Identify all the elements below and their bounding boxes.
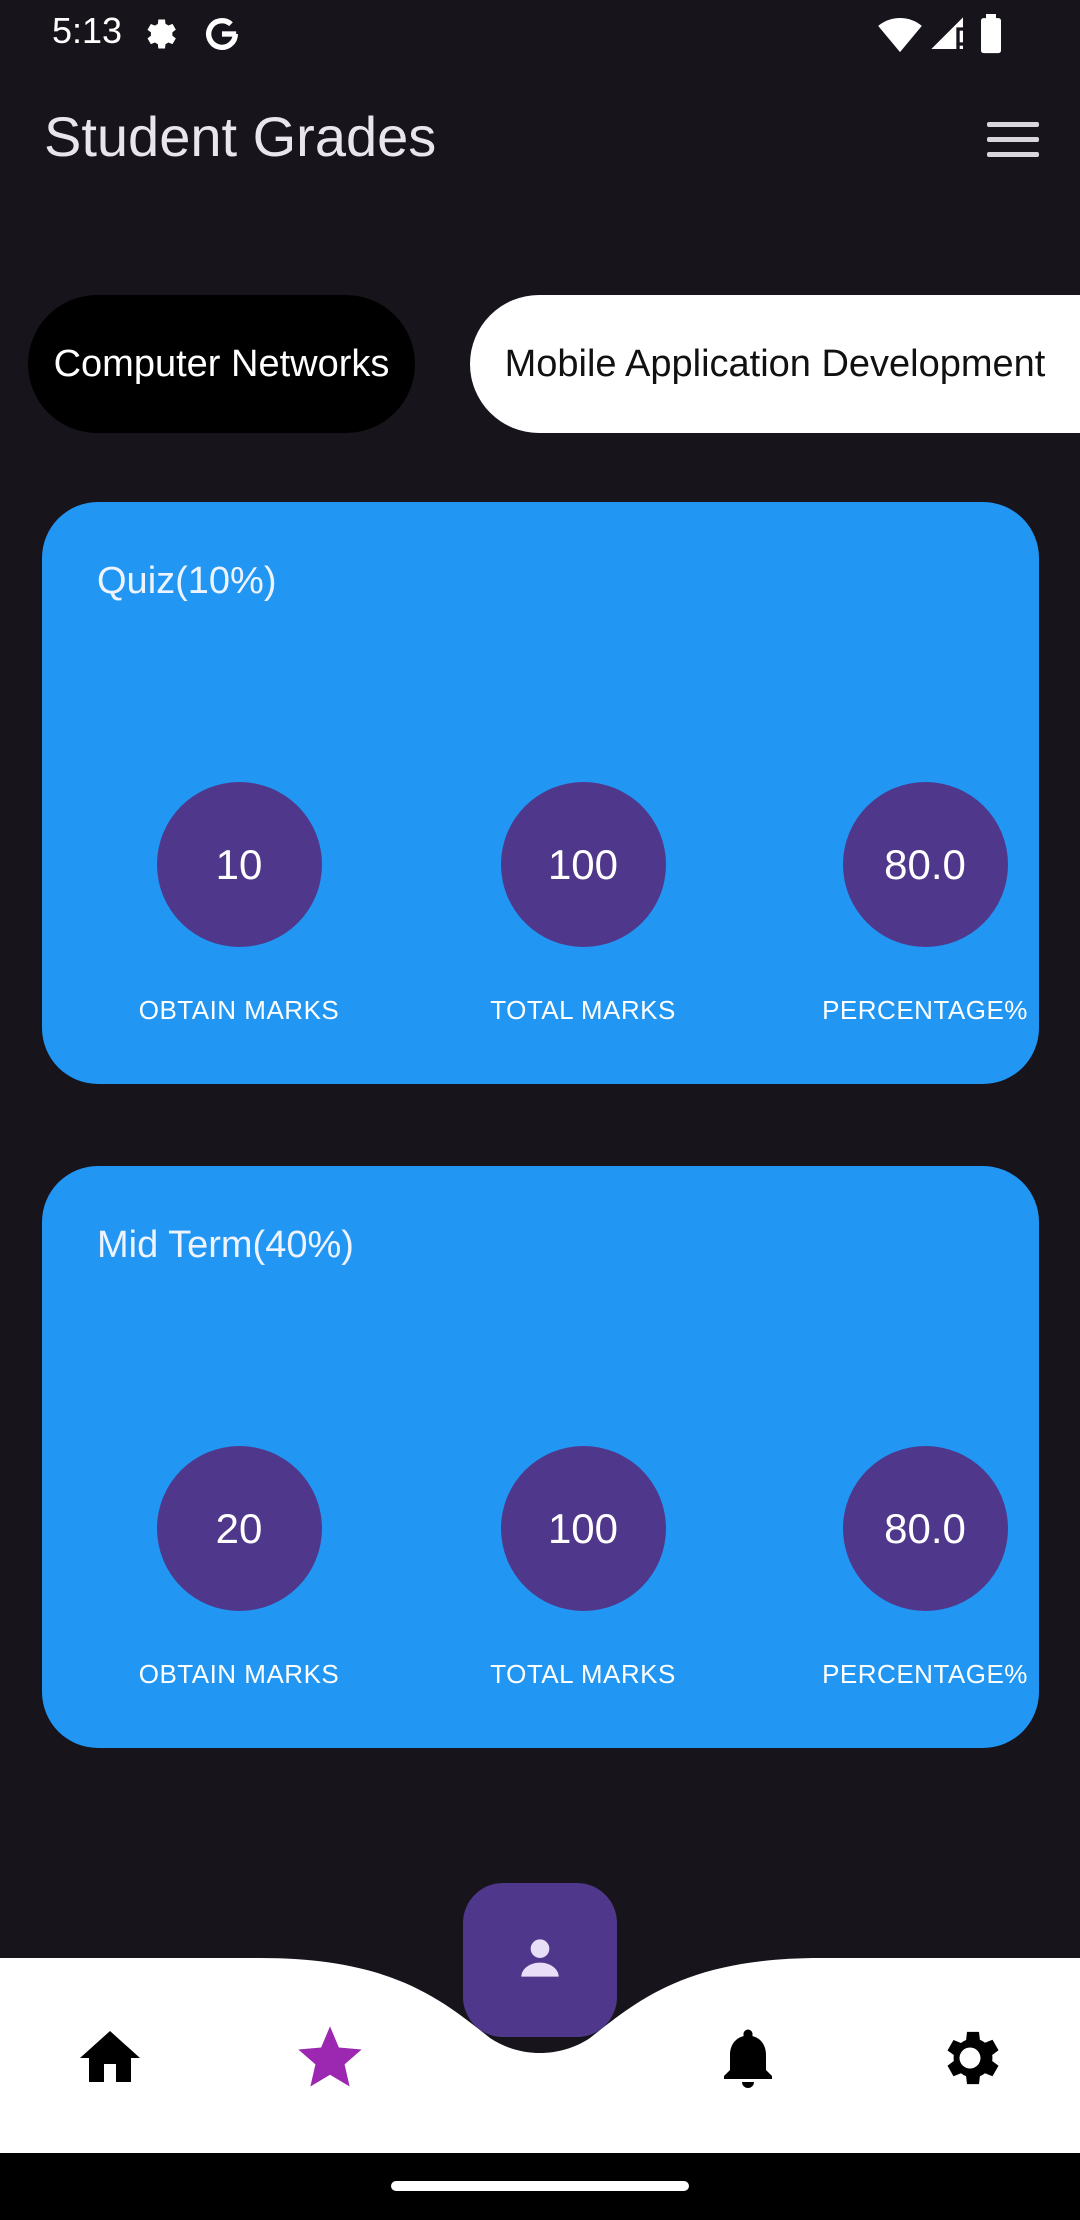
grade-card-quiz: Quiz(10%) 10 OBTAIN MARKS 100 TOTAL MARK… (42, 502, 1039, 1084)
battery-icon (976, 14, 1006, 58)
page-title: Student Grades (44, 105, 437, 168)
stat-total-marks: 100 TOTAL MARKS (453, 1446, 713, 1690)
status-bar: 5:13 (0, 0, 1080, 68)
stat-total-marks: 100 TOTAL MARKS (453, 782, 713, 1026)
home-gesture-handle[interactable] (391, 2181, 689, 2191)
stat-label: TOTAL MARKS (490, 1659, 676, 1689)
stat-label: OBTAIN MARKS (138, 995, 340, 1025)
screen: 5:13 Student Grades Computer Networks Mo… (0, 0, 1080, 2220)
tab-mobile-application-development[interactable]: Mobile Application Development (470, 295, 1080, 433)
grade-card-mid-term: Mid Term(40%) 20 OBTAIN MARKS 100 TOTAL … (42, 1166, 1039, 1748)
stat-value: 80.0 (842, 782, 1008, 947)
stat-value: 100 (500, 782, 666, 947)
hamburger-menu-icon[interactable] (984, 122, 1042, 166)
card-title: Quiz(10%) (97, 560, 277, 602)
person-icon (512, 1930, 568, 1990)
tab-computer-networks[interactable]: Computer Networks (28, 295, 415, 433)
stat-obtain-marks: 20 OBTAIN MARKS (109, 1446, 369, 1690)
stat-obtain-marks: 10 OBTAIN MARKS (109, 782, 369, 1026)
stat-label: TOTAL MARKS (490, 995, 676, 1025)
settings-gear-icon (140, 14, 180, 58)
stat-value: 100 (500, 1446, 666, 1611)
bell-icon[interactable] (708, 2018, 788, 2098)
stat-label: PERCENTAGE% (822, 1659, 1028, 1689)
google-g-icon (202, 14, 242, 58)
signal-icon (928, 14, 968, 58)
wifi-icon (878, 14, 922, 58)
star-icon[interactable] (290, 2018, 370, 2098)
stat-label: OBTAIN MARKS (138, 1659, 340, 1689)
stat-percentage: 80.0 PERCENTAGE% (795, 782, 1055, 1026)
stat-value: 80.0 (842, 1446, 1008, 1611)
stat-label: PERCENTAGE% (822, 995, 1028, 1025)
stat-percentage: 80.0 PERCENTAGE% (795, 1446, 1055, 1690)
home-icon[interactable] (70, 2018, 150, 2098)
stat-value: 10 (156, 782, 322, 947)
settings-icon[interactable] (930, 2018, 1010, 2098)
stat-value: 20 (156, 1446, 322, 1611)
status-time: 5:13 (52, 10, 123, 51)
profile-fab-button[interactable] (463, 1883, 617, 2037)
system-gesture-area (0, 2153, 1080, 2220)
card-title: Mid Term(40%) (97, 1224, 354, 1266)
